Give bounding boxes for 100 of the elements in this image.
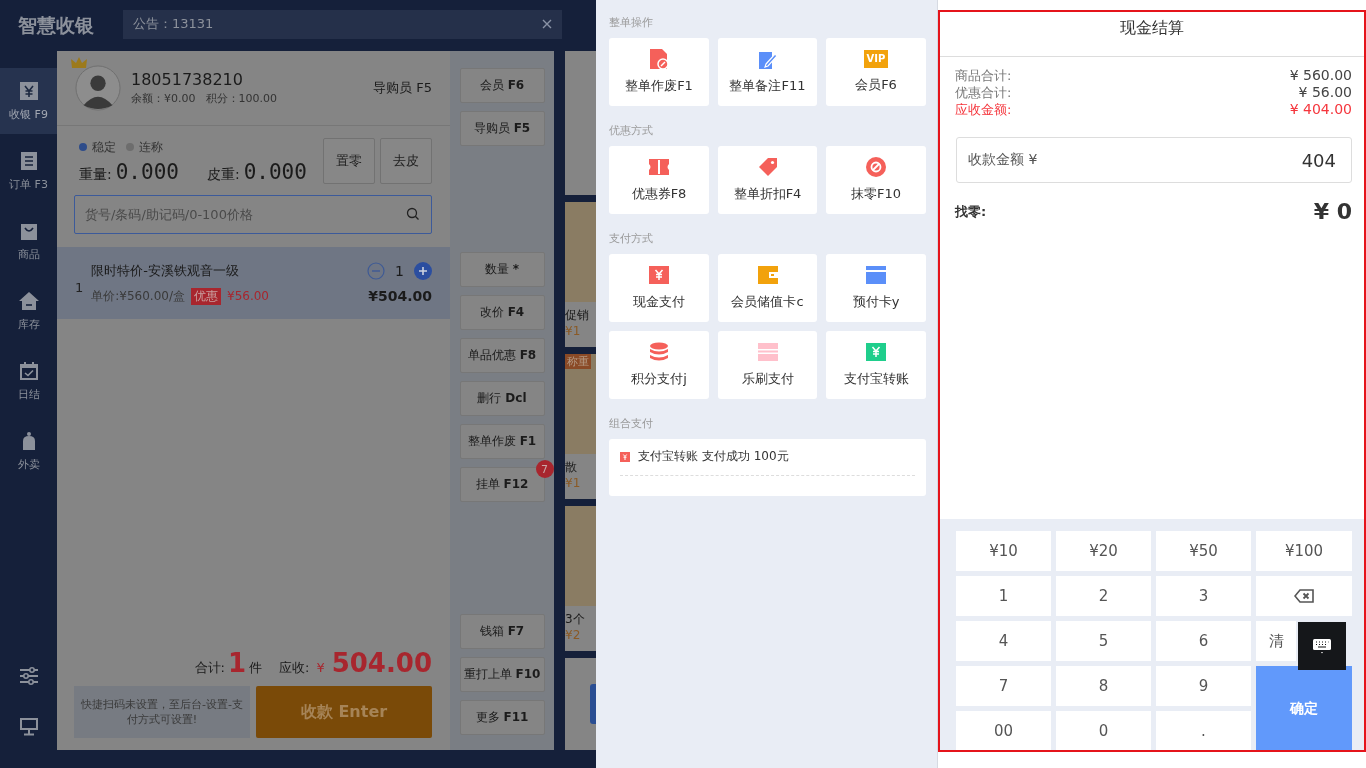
yuan-icon [620,451,630,462]
count-unit: 件 [249,659,262,677]
keypad-key[interactable]: 8 [1056,666,1151,706]
function-button[interactable]: 重打上单 F10 [459,657,545,692]
backspace-icon [1294,589,1314,603]
keypad-key[interactable]: 5 [1056,621,1151,661]
product-name: 促销 [565,307,590,324]
keyboard-button[interactable] [1298,622,1346,670]
function-button[interactable]: 改价 F4 [459,295,545,330]
sidebar-item[interactable]: 商品 [0,208,57,274]
guide-label[interactable]: 导购员 F5 [373,79,432,97]
item-count: 1 [227,648,246,678]
function-button[interactable]: 单品优惠 F8 [459,338,545,373]
sidebar-item[interactable]: 外卖 [0,418,57,484]
sidebar-item[interactable]: 日结 [0,348,57,414]
keypad-key[interactable]: 2 [1056,576,1151,616]
quantity: 1 [395,262,404,279]
total-label: 应收金额: [955,101,1012,118]
option-tile[interactable]: VIP 会员F6 [826,38,926,106]
section-title: 整单操作 [609,15,654,30]
keypad-key[interactable]: 7 [956,666,1051,706]
due-amount: 504.00 [331,648,432,678]
due-label: 应收: [279,659,310,677]
keypad-key[interactable]: ¥10 [956,531,1051,571]
close-icon[interactable] [542,19,552,29]
vip-icon: VIP [863,50,889,68]
option-tile[interactable]: 现金支付 [609,254,709,322]
wallet-icon [757,265,778,285]
keypad-key[interactable]: 3 [1156,576,1251,616]
file-icon [649,49,669,69]
function-button[interactable]: 整单作废 F1 [459,424,545,459]
product-card[interactable]: 称重 散 ¥1 [565,354,596,499]
total-value: ¥ 404.00 [1289,101,1352,118]
weight-label: 重量: [79,165,112,184]
plus-icon[interactable] [414,261,432,280]
mode-label: 稳定 [92,138,116,156]
product-name: 散 [565,459,578,476]
cart-row[interactable]: 1 限时特价-安溪铁观音一级 1 单价:¥560.00/盒 优惠 ¥56.00 ¥504.00 [57,247,450,319]
house-icon [18,290,39,311]
monitor-icon[interactable] [18,716,39,736]
unit-price: 单价:¥560.00/盒 [91,287,185,305]
sidebar-item[interactable]: 库存 [0,278,57,344]
sidebar-item[interactable]: 订单 F3 [0,138,57,204]
tag-icon [757,157,778,177]
tare-value: 0.000 [243,159,307,184]
option-tile[interactable]: 积分支付j [609,331,709,399]
product-price: ¥1 [565,324,582,338]
function-button[interactable]: 删行 Dcl [459,381,545,416]
option-tile[interactable]: 优惠券F8 [609,146,709,214]
avatar-icon [75,65,121,111]
keypad-key[interactable]: 清 [1256,621,1296,661]
section-title: 支付方式 [609,231,654,246]
keypad-key[interactable]: 6 [1156,621,1251,661]
yuan-icon [866,342,886,362]
product-card[interactable]: 3个 ¥2 [565,506,596,651]
tare-label: 皮重: [206,165,240,184]
count-label: 合计: [194,659,225,677]
keypad-key[interactable]: 0 [1056,711,1151,750]
scale-button[interactable]: 去皮 [380,138,432,184]
option-tile[interactable]: 抹零F10 [826,146,926,214]
keypad-key[interactable]: ¥100 [1256,531,1352,571]
section-title: 组合支付 [609,416,654,431]
yuan-icon [18,80,39,101]
weight-value: 0.000 [115,159,179,184]
backspace-key[interactable] [1256,576,1352,616]
option-tile[interactable]: 整单备注F11 [718,38,817,106]
sliders-icon[interactable] [18,666,39,686]
option-tile[interactable]: 乐刷支付 [718,331,817,399]
total-label: 商品合计: [955,67,1012,84]
option-tile[interactable]: 支付宝转账 [826,331,926,399]
yuan-icon [649,265,669,285]
function-button[interactable]: 更多 F11 [459,700,545,735]
function-button[interactable]: 钱箱 F7 [459,614,545,649]
section-title: 优惠方式 [609,123,654,138]
option-tile[interactable]: 预付卡y [826,254,926,322]
function-button[interactable]: 会员 F6 [459,68,545,103]
keypad-key[interactable]: ¥50 [1156,531,1251,571]
stripes-icon [757,342,778,362]
keypad-key[interactable]: 1 [956,576,1051,616]
function-button[interactable]: 导购员 F5 [459,111,545,146]
keypad-key[interactable]: 00 [956,711,1051,750]
keypad-key[interactable]: ¥20 [1056,531,1151,571]
quick-scan-note: 快捷扫码未设置，至后台-设置-支付方式可设置! [74,686,250,738]
search-icon[interactable] [406,207,420,221]
product-name: 限时特价-安溪铁观音一级 [91,261,239,280]
option-tile[interactable]: 会员储值卡c [718,254,817,322]
row-number: 1 [75,279,84,295]
keypad-key[interactable]: 9 [1156,666,1251,706]
scale-button[interactable]: 置零 [323,138,375,184]
received-amount-field[interactable]: 收款金额 ¥ 404 [956,137,1352,183]
keypad-key[interactable]: 4 [956,621,1051,661]
product-name: 3个 [565,611,586,628]
note-icon [757,49,778,69]
product-card[interactable]: 促销 ¥1 [565,202,596,347]
option-tile[interactable]: 整单作废F1 [609,38,709,106]
option-tile[interactable]: 整单折扣F4 [718,146,817,214]
sidebar-item[interactable]: 收银 F9 [0,68,57,134]
crown-icon [71,57,87,69]
keypad-key[interactable]: . [1156,711,1251,750]
function-button[interactable]: 数量 * [459,252,545,287]
